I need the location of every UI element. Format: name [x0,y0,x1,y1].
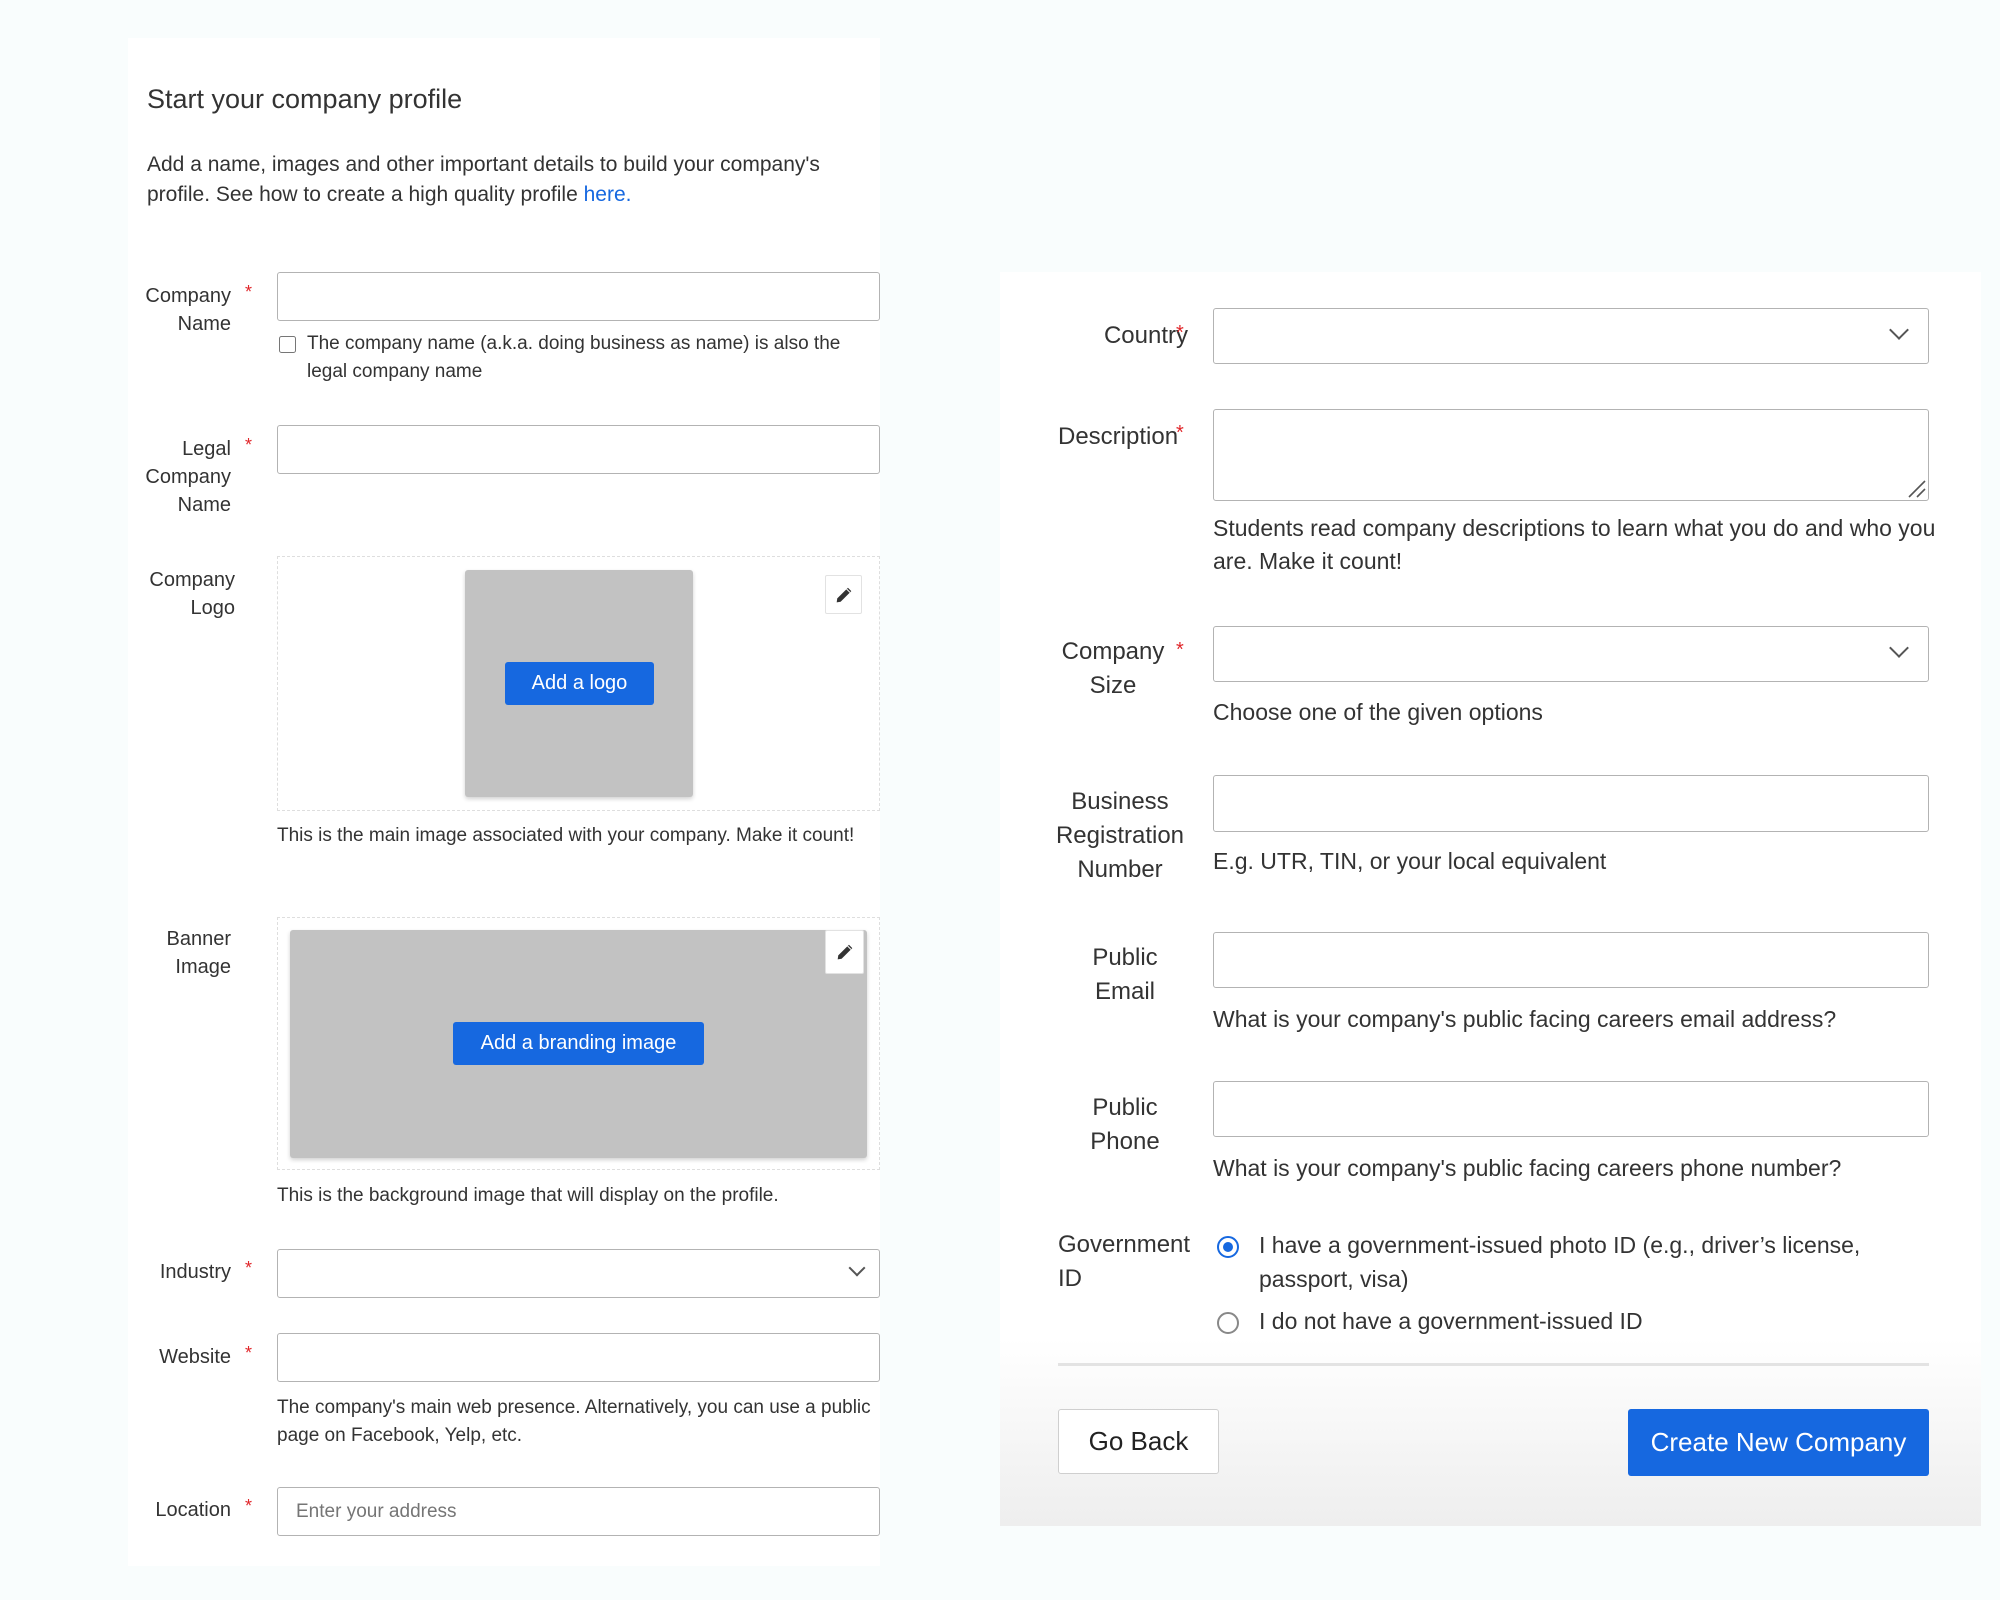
public-email-help-text: What is your company's public facing car… [1213,1006,1837,1032]
chevron-down-icon [1889,320,1909,340]
public-phone-help-text: What is your company's public facing car… [1213,1155,1842,1181]
description-help-text: Students read company descriptions to le… [1213,515,1936,574]
legal-name-same-checkbox[interactable] [279,336,296,353]
industry-label: Industry [159,1261,231,1283]
no-government-id-label[interactable]: I do not have a government-issued ID [1259,1305,1929,1338]
no-government-id-radio[interactable] [1217,1312,1239,1334]
pencil-icon [836,587,851,602]
public-email-label: Public Email [1070,941,1180,1009]
country-label: Country [1103,322,1188,349]
location-input[interactable] [277,1487,880,1536]
chevron-down-icon [848,1259,866,1277]
company-size-label-line1: Company [1061,638,1165,665]
government-id-label: Government ID [1058,1228,1198,1296]
intro-text: Add a name, images and other important d… [147,150,867,210]
create-company-button[interactable]: Create New Company [1628,1409,1929,1476]
public-phone-label-line1: Public [1092,1094,1158,1121]
resize-handle-icon[interactable] [1906,478,1926,498]
public-email-input[interactable] [1213,932,1929,988]
company-size-label: Company Size [1058,635,1168,703]
public-email-label-line1: Public [1092,944,1158,971]
chevron-down-icon [1889,638,1909,658]
company-size-select[interactable] [1213,626,1929,682]
company-profile-panel-left: Start your company profile Add a name, i… [128,38,880,1566]
required-marker: * [245,435,253,455]
form-divider [1058,1363,1929,1366]
banner-upload-area: Add a branding image [277,917,880,1170]
company-name-input[interactable] [277,272,880,321]
add-logo-button[interactable]: Add a logo [505,662,654,705]
help-link[interactable]: here. [584,183,632,206]
company-size-help-text: Choose one of the given options [1213,699,1543,725]
intro-text-body: Add a name, images and other important d… [147,153,820,206]
company-name-label-text: Company Name [145,285,231,335]
legal-name-same-label: The company name (a.k.a. doing business … [307,333,841,382]
business-registration-label-line2: Registration [1055,822,1185,849]
required-marker: * [245,1258,253,1278]
description-textarea[interactable] [1213,409,1929,501]
add-branding-image-button[interactable]: Add a branding image [453,1022,704,1065]
logo-help-text: This is the main image associated with y… [277,825,855,846]
public-phone-label: Public Phone [1070,1091,1180,1159]
description-label: Description [1058,423,1179,450]
website-input[interactable] [277,1333,880,1382]
company-logo-label: Company Logo [149,569,235,619]
banner-help-text: This is the background image that will d… [277,1185,779,1206]
pencil-icon [837,944,852,960]
public-phone-label-line2: Phone [1090,1128,1160,1155]
required-marker: * [245,1496,253,1516]
go-back-button[interactable]: Go Back [1058,1409,1219,1474]
government-id-label-line1: Government [1058,1231,1191,1258]
logo-upload-area: Add a logo [277,556,880,811]
edit-banner-button[interactable] [825,930,864,974]
public-phone-input[interactable] [1213,1081,1929,1137]
required-marker: * [1176,639,1184,661]
business-registration-help-text: E.g. UTR, TIN, or your local equivalent [1213,848,1607,874]
industry-select[interactable] [277,1249,880,1298]
edit-logo-button[interactable] [825,575,862,614]
public-email-label-line2: Email [1094,978,1155,1005]
government-id-label-line2: ID [1058,1265,1082,1292]
country-select[interactable] [1213,308,1929,364]
has-government-id-label[interactable]: I have a government-issued photo ID (e.g… [1259,1228,1929,1296]
business-registration-label-line3: Number [1077,856,1163,883]
legal-company-name-label: Legal Company Name [145,438,231,516]
legal-company-name-input[interactable] [277,425,880,474]
website-help-text: The company's main web presence. Alterna… [277,1397,871,1446]
page-title: Start your company profile [147,84,463,114]
required-marker: * [1176,422,1184,444]
business-registration-label-line1: Business [1071,788,1169,815]
company-size-label-line2: Size [1089,672,1137,699]
location-label: Location [155,1499,231,1521]
banner-image-label: Banner Image [166,928,232,978]
required-marker: * [245,282,253,302]
website-label: Website [159,1346,231,1368]
banner-placeholder: Add a branding image [290,930,867,1158]
has-government-id-radio[interactable] [1217,1236,1239,1258]
required-marker: * [245,1343,253,1363]
required-marker: * [1176,322,1184,344]
business-registration-input[interactable] [1213,775,1929,832]
company-profile-panel-right: Country * Description * Students read co… [1000,272,1981,1526]
business-registration-label: Business Registration Number [1055,785,1185,887]
logo-placeholder: Add a logo [465,570,693,797]
company-name-label: Company Name [128,282,231,338]
